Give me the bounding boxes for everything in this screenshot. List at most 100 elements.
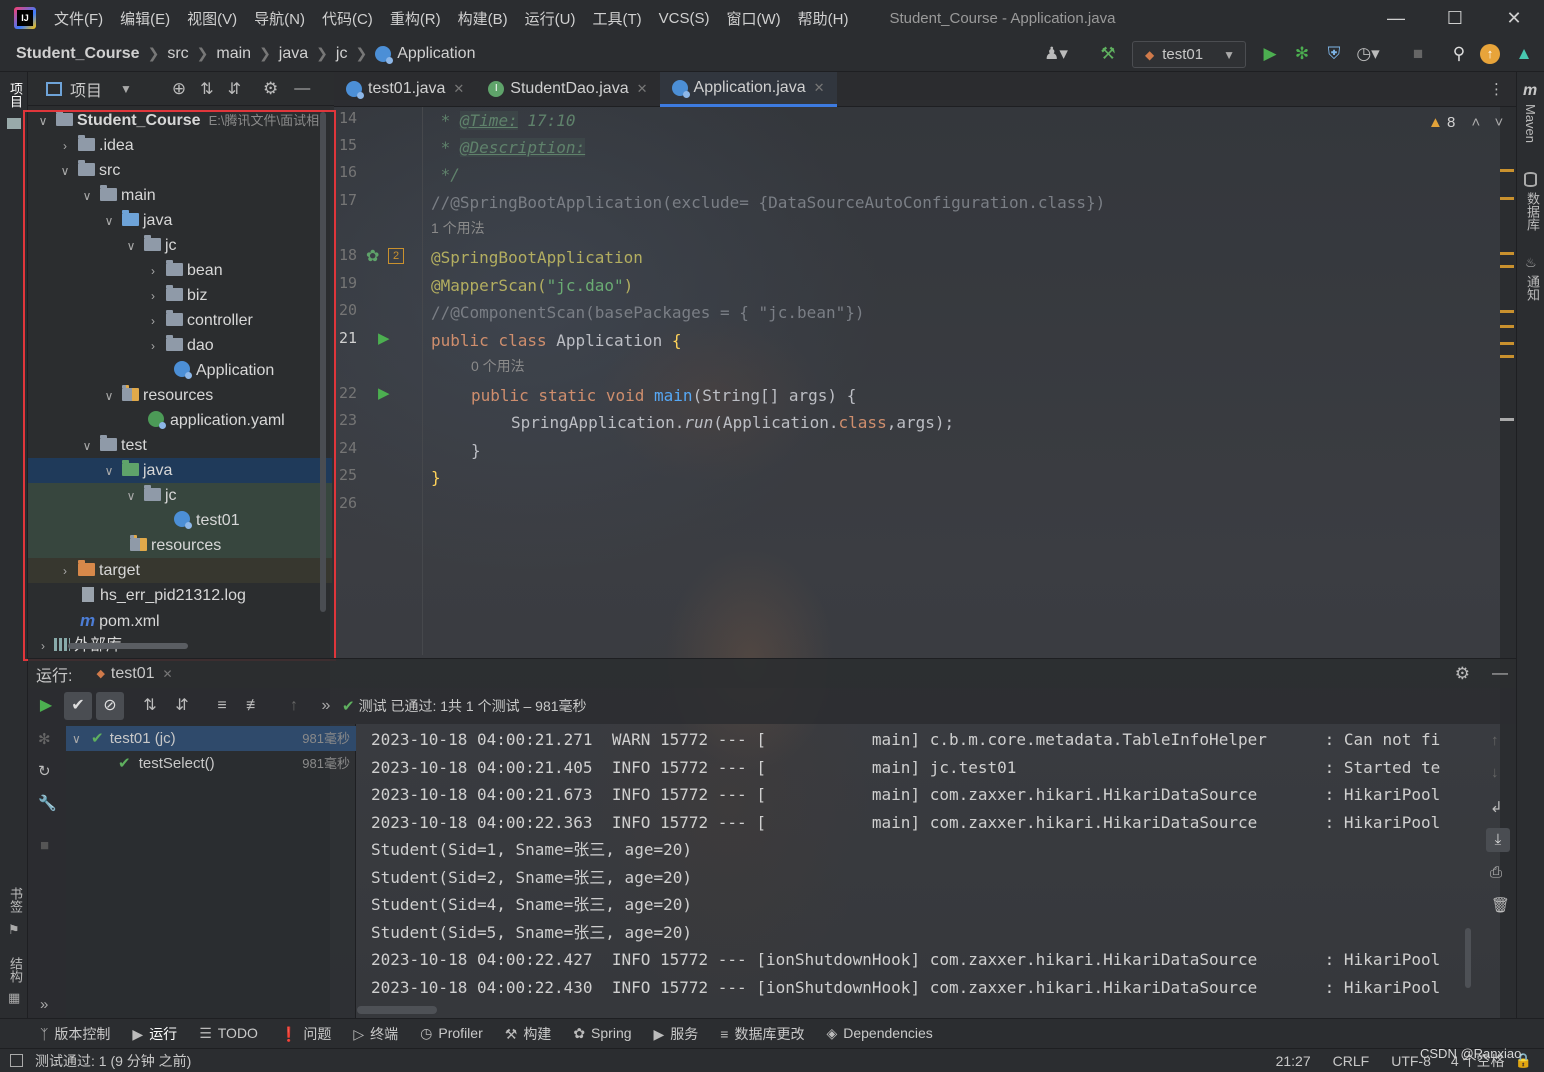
bookmarks-tool-tab[interactable]: 书签 — [6, 887, 25, 913]
run-gutter-icon[interactable]: ▶ — [378, 384, 390, 402]
panel-toggle-icon[interactable] — [10, 1054, 23, 1067]
tree-node-main-resources[interactable]: ∨ resources — [28, 383, 332, 408]
tree-node-src[interactable]: ∨ src — [28, 158, 332, 183]
soft-wrap-icon[interactable]: ↲ — [1490, 798, 1503, 816]
menu-view[interactable]: 视图(V) — [187, 8, 237, 29]
tab-studentdao[interactable]: I StudentDao.java ✕ — [476, 72, 659, 107]
console-horizontal-scrollbar[interactable] — [357, 1006, 437, 1014]
rerun-failed-icon[interactable]: ↻ — [38, 762, 51, 780]
tool-database-changes[interactable]: ≡ 数据库更改 — [720, 1024, 804, 1044]
close-tab-icon[interactable]: ✕ — [163, 667, 173, 681]
breadcrumb-main[interactable]: main — [216, 45, 251, 63]
tree-node-application[interactable]: Application — [28, 358, 332, 383]
show-passed-icon[interactable]: ✔ — [64, 692, 92, 720]
menu-navigate[interactable]: 导航(N) — [254, 8, 305, 29]
tree-node-pom[interactable]: m pom.xml — [28, 608, 332, 633]
menu-run[interactable]: 运行(U) — [525, 8, 576, 29]
rerun-icon[interactable]: ▶ — [32, 692, 60, 720]
wrench-icon[interactable]: 🔧 — [38, 794, 57, 812]
arrow-up-icon[interactable]: ↑ — [1491, 732, 1499, 749]
tree-scrollbar[interactable] — [320, 112, 326, 612]
tool-spring[interactable]: ✿ Spring — [573, 1025, 631, 1042]
expand-all-icon[interactable]: ≡ — [208, 692, 236, 720]
menu-code[interactable]: 代码(C) — [322, 8, 373, 29]
tree-node-main-jc[interactable]: ∨ jc — [28, 233, 332, 258]
tree-node-main[interactable]: ∨ main — [28, 183, 332, 208]
coverage-icon[interactable]: ⛨ — [1322, 42, 1346, 66]
menu-help[interactable]: 帮助(H) — [798, 8, 849, 29]
tree-node-idea[interactable]: › .idea — [28, 133, 332, 158]
collapse-all-icon[interactable]: ⇵ — [228, 79, 241, 99]
gear-icon[interactable]: ⚙ — [263, 79, 278, 99]
more-icon[interactable]: » — [40, 996, 48, 1013]
tool-run[interactable]: ▶ 运行 — [132, 1024, 177, 1044]
menu-refactor[interactable]: 重构(R) — [390, 8, 441, 29]
run-tab-test01[interactable]: test01 — [111, 665, 155, 683]
breadcrumb-jc[interactable]: jc — [336, 45, 348, 63]
tool-terminal[interactable]: ▷ 终端 — [353, 1024, 398, 1044]
update-icon[interactable]: ↑ — [1480, 44, 1500, 64]
code-editor[interactable]: * @Time: 17:10 * @Description: */ //@Spr… — [424, 107, 1504, 655]
hide-panel-icon[interactable]: — — [1492, 665, 1508, 683]
tree-node-target[interactable]: › target — [28, 558, 332, 583]
menu-window[interactable]: 窗口(W) — [726, 8, 780, 29]
line-separator[interactable]: CRLF — [1333, 1053, 1370, 1069]
warning-marker[interactable] — [1500, 310, 1514, 313]
notifications-tool-tab[interactable]: 通知 — [1523, 275, 1542, 301]
tree-node-test01[interactable]: test01 — [28, 508, 332, 533]
previous-failed-icon[interactable]: ↑ — [280, 692, 308, 720]
tab-application[interactable]: Application.java ✕ — [659, 71, 837, 107]
locate-icon[interactable]: ⊕ — [172, 79, 186, 99]
caret-position[interactable]: 21:27 — [1276, 1053, 1311, 1069]
usage-hint[interactable]: 0 个用法 — [471, 353, 525, 380]
tree-node-log-file[interactable]: hs_err_pid21312.log — [28, 583, 332, 608]
breadcrumb-java[interactable]: java — [279, 45, 308, 63]
test-suite-row[interactable]: ∨ ✔ test01 (jc) 981毫秒 — [66, 726, 356, 751]
arrow-down-icon[interactable]: ↓ — [1491, 764, 1499, 781]
stop-icon[interactable]: ■ — [40, 837, 49, 854]
maximize-icon[interactable]: ☐ — [1443, 6, 1467, 30]
warning-marker[interactable] — [1500, 265, 1514, 268]
usage-hint[interactable]: 1 个用法 — [431, 215, 485, 242]
tool-profiler[interactable]: ◷ Profiler — [420, 1025, 483, 1042]
tree-node-test-jc[interactable]: ∨ jc — [28, 483, 332, 508]
spring-bean-gutter-icon[interactable]: ✿ — [366, 246, 379, 266]
structure-tool-tab[interactable]: 结构 — [6, 957, 25, 983]
run-icon[interactable]: ▶ — [1258, 42, 1282, 66]
profiler-icon[interactable]: ◷▾ — [1356, 42, 1380, 66]
maven-tool-tab[interactable]: Maven — [1523, 104, 1538, 143]
tree-node-dao[interactable]: › dao — [28, 333, 332, 358]
console-output[interactable]: 2023-10-18 04:00:21.271 WARN 15772 --- [… — [357, 724, 1482, 1018]
tree-node-application-yaml[interactable]: application.yaml — [28, 408, 332, 433]
menu-tools[interactable]: 工具(T) — [592, 8, 641, 29]
menu-file[interactable]: 文件(F) — [54, 8, 103, 29]
tool-dependencies[interactable]: ◈ Dependencies — [826, 1025, 932, 1042]
close-tab-icon[interactable]: ✕ — [814, 80, 825, 96]
tree-node-test-java[interactable]: ∨ java — [28, 458, 332, 483]
stop-icon[interactable]: ■ — [1406, 42, 1430, 66]
chevron-down-icon[interactable]: ▼ — [120, 82, 132, 96]
menu-edit[interactable]: 编辑(E) — [120, 8, 170, 29]
chevron-up-icon[interactable]: ˄ — [1472, 114, 1481, 131]
jetbrains-ai-icon[interactable]: ▲ — [1512, 42, 1536, 66]
hide-panel-icon[interactable]: — — [294, 80, 310, 98]
warning-marker[interactable] — [1500, 169, 1514, 172]
breadcrumb-application[interactable]: Application — [397, 45, 475, 63]
more-icon[interactable]: » — [312, 692, 340, 720]
gutter-badge[interactable]: 2 — [388, 248, 404, 264]
build-hammer-icon[interactable]: ⚒ — [1096, 42, 1120, 66]
console-vertical-scrollbar[interactable] — [1465, 928, 1471, 988]
tree-node-bean[interactable]: › bean — [28, 258, 332, 283]
project-panel-title[interactable]: 项目 — [70, 77, 102, 101]
debug-icon[interactable]: ✻ — [1290, 42, 1314, 66]
tab-test01[interactable]: test01.java ✕ — [334, 72, 476, 107]
tool-problems[interactable]: ❗ 问题 — [280, 1024, 331, 1044]
tree-node-biz[interactable]: › biz — [28, 283, 332, 308]
warning-marker[interactable] — [1500, 342, 1514, 345]
debug-icon[interactable]: ✻ — [38, 730, 51, 748]
search-icon[interactable]: ⚲ — [1447, 42, 1471, 66]
breadcrumb-src[interactable]: src — [167, 45, 188, 63]
more-options-icon[interactable]: ⋮ — [1489, 80, 1504, 98]
close-tab-icon[interactable]: ✕ — [453, 81, 464, 97]
tool-todo[interactable]: ☰ TODO — [199, 1025, 258, 1042]
